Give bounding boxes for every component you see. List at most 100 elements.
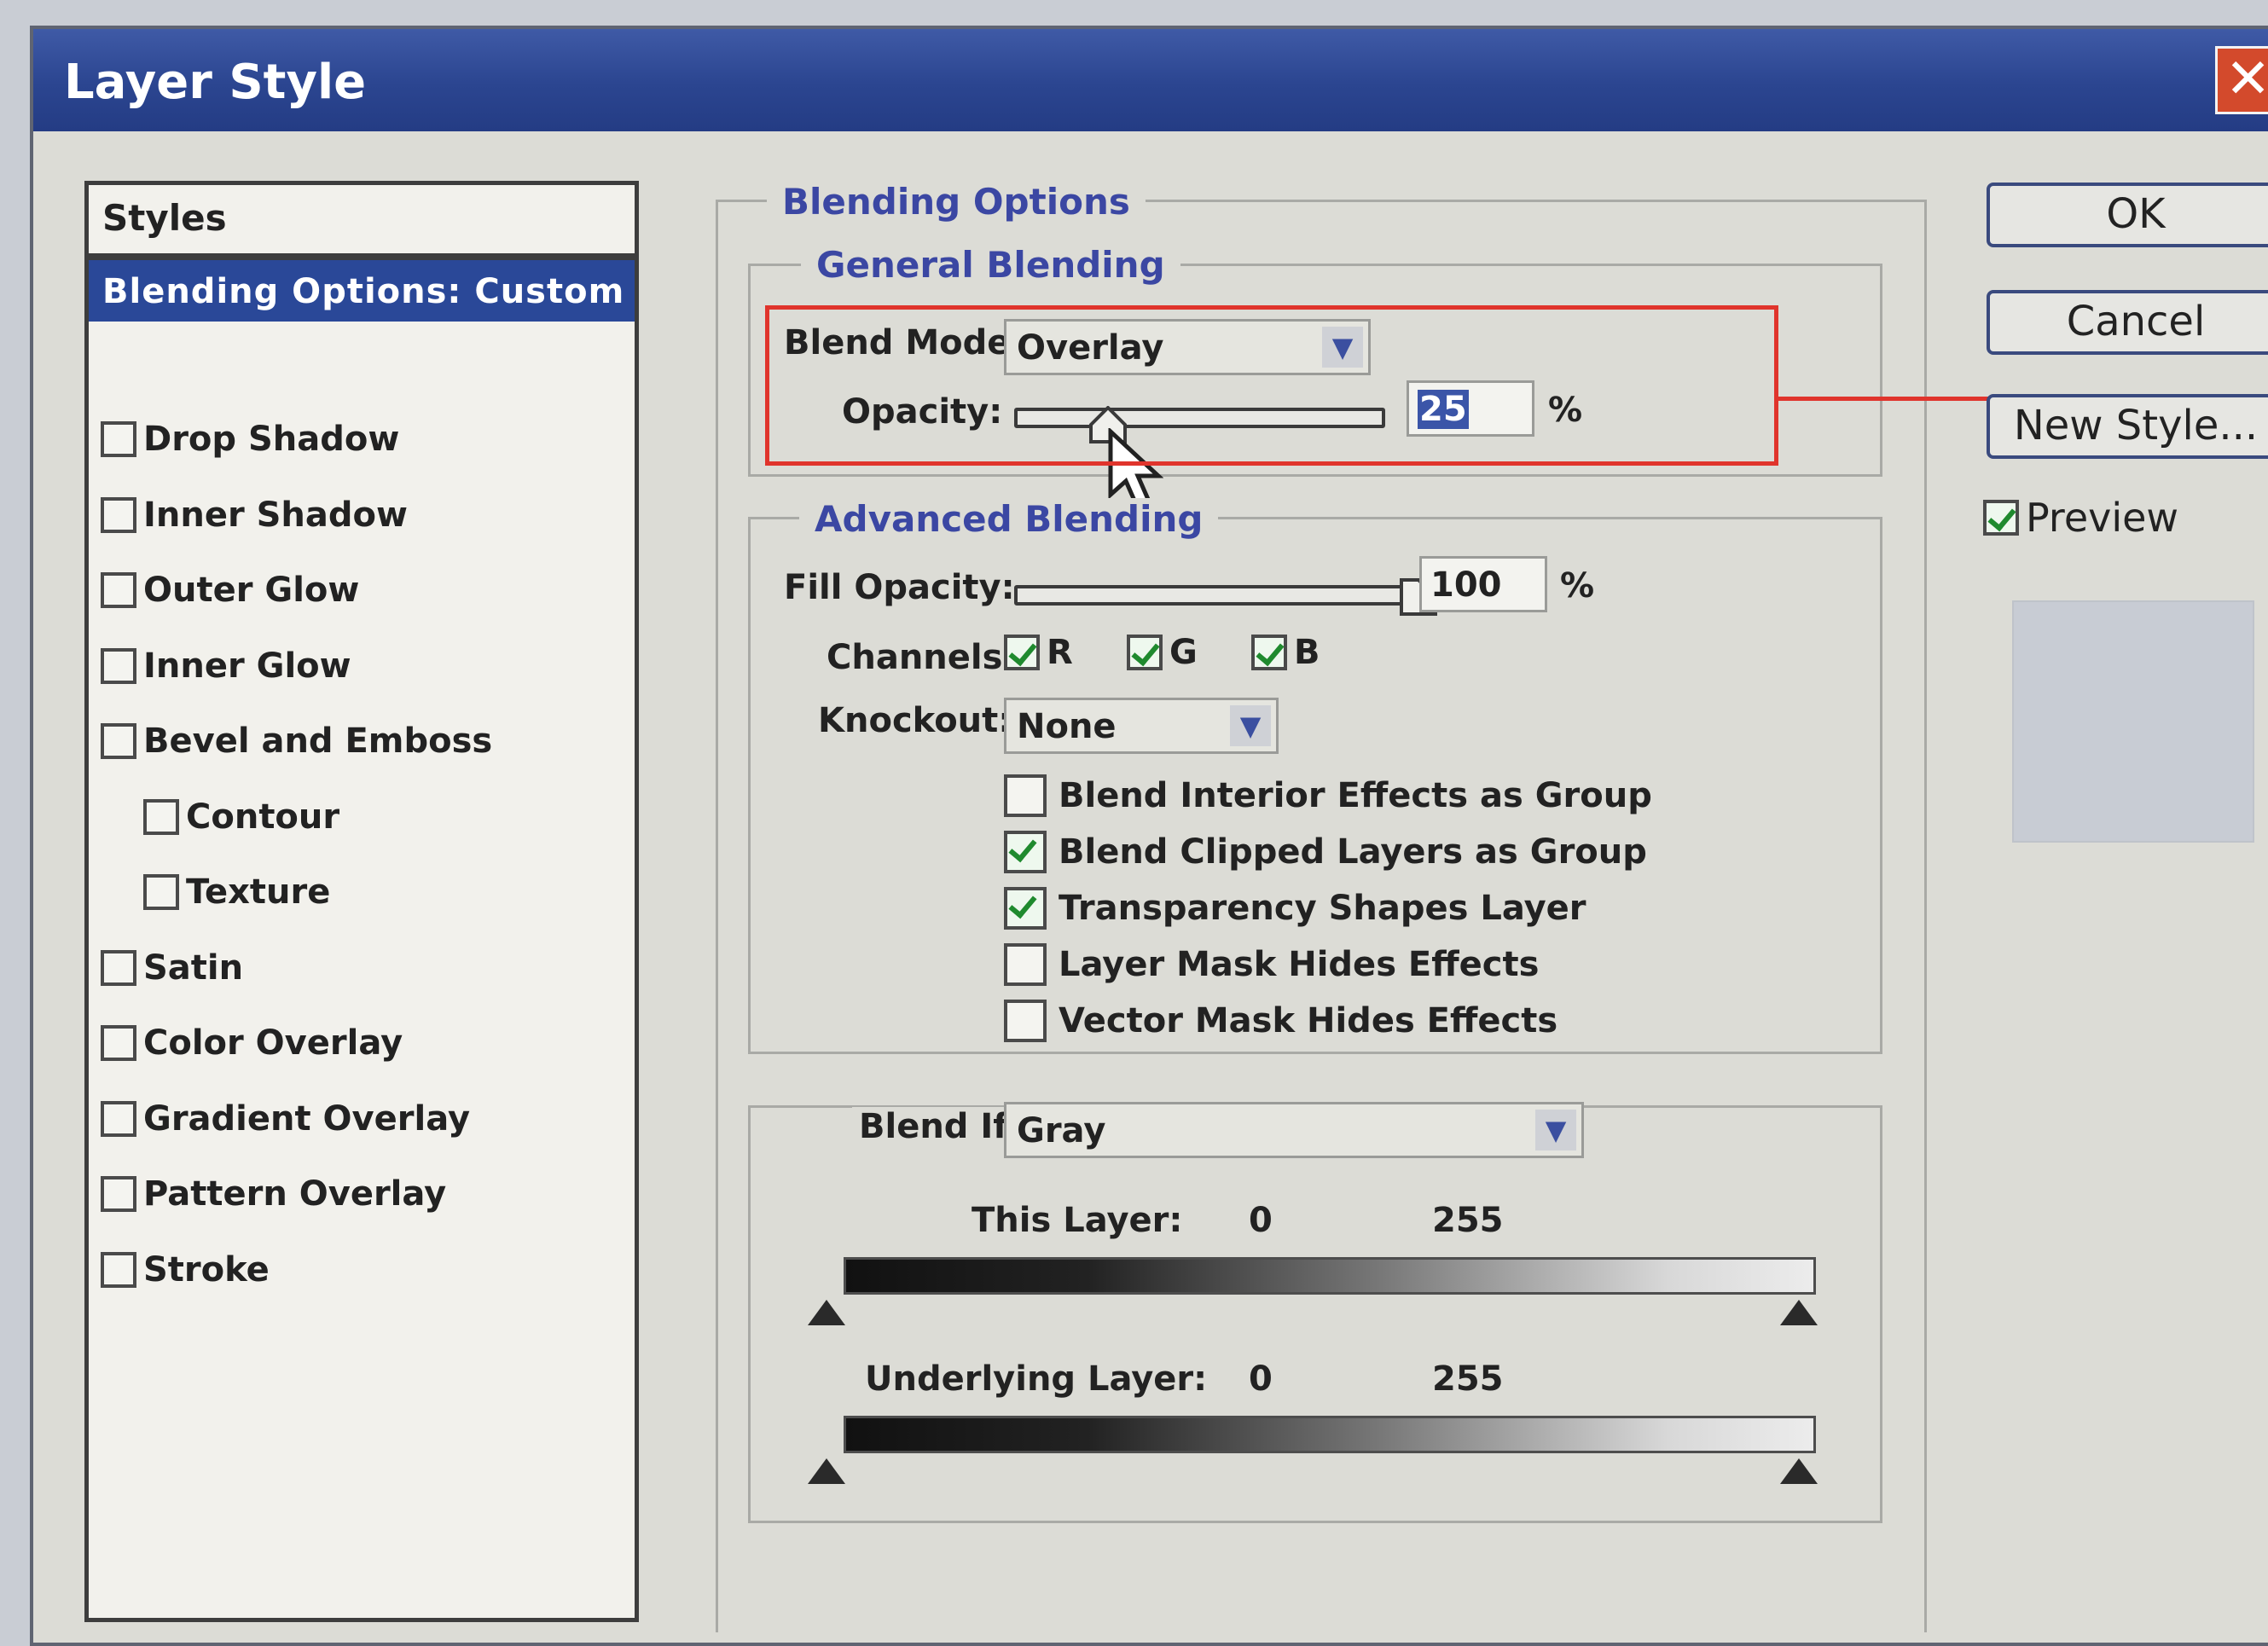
style-item-label: Inner Shadow [143,495,408,535]
styles-list-panel: Styles Blending Options: Custom Drop Sha… [84,181,639,1622]
option-checkbox[interactable] [1004,831,1047,873]
style-item-label: Outer Glow [143,571,360,610]
style-checkbox[interactable] [143,874,179,910]
underlying-layer-gradient [844,1416,1816,1453]
style-item-texture[interactable]: Texture [143,866,330,918]
option-checkbox[interactable] [1004,943,1047,986]
style-checkbox[interactable] [101,496,136,533]
underlying-layer-label: Underlying Layer: [865,1359,1208,1399]
style-item-gradient-overlay[interactable]: Gradient Overlay [101,1093,470,1145]
preview-checkbox-row[interactable]: Preview [1983,495,2178,541]
this-layer-label: This Layer: [972,1201,1183,1240]
this-layer-max: 255 [1432,1201,1504,1240]
style-checkbox[interactable] [101,1251,136,1288]
preview-swatch [2012,600,2254,843]
style-checkbox[interactable] [101,647,136,684]
fill-opacity-unit: % [1560,566,1595,606]
channel-r-checkbox-row[interactable]: R [1004,633,1073,672]
advanced-option-transparency-shapes-layer[interactable]: Transparency Shapes Layer [1004,887,1586,930]
style-checkbox[interactable] [143,798,179,835]
option-label: Vector Mask Hides Effects [1059,1001,1558,1040]
channel-label: G [1169,633,1198,672]
blend-if-label: Blend If: [852,1107,1022,1146]
style-item-label: Drop Shadow [143,420,400,459]
option-label: Blend Clipped Layers as Group [1059,832,1647,872]
this-layer-gradient [844,1257,1816,1295]
option-checkbox[interactable] [1004,1000,1047,1042]
style-item-satin[interactable]: Satin [101,942,243,994]
fill-opacity-slider[interactable] [1014,585,1441,606]
fill-opacity-input[interactable]: 100 [1419,556,1547,612]
style-item-inner-shadow[interactable]: Inner Shadow [101,490,408,541]
style-item-blending-options[interactable]: Blending Options: Custom [89,260,635,322]
underlying-layer-min: 0 [1249,1359,1273,1399]
channel-checkbox[interactable] [1251,635,1287,670]
option-label: Blend Interior Effects as Group [1059,776,1652,815]
channel-label: R [1047,633,1073,672]
channel-checkbox[interactable] [1004,635,1040,670]
style-checkbox[interactable] [101,572,136,608]
chevron-down-icon[interactable]: ▼ [1230,705,1271,746]
knockout-dropdown[interactable]: None ▼ [1004,698,1279,754]
ok-button[interactable]: OK [1987,183,2268,247]
style-item-label: Texture [186,872,331,912]
style-item-label: Contour [186,797,340,837]
style-checkbox[interactable] [101,421,136,457]
channel-g-checkbox-row[interactable]: G [1127,633,1198,672]
style-item-inner-glow[interactable]: Inner Glow [101,640,351,692]
this-layer-min: 0 [1249,1201,1273,1240]
channel-b-checkbox-row[interactable]: B [1251,633,1320,672]
style-item-contour[interactable]: Contour [143,791,339,843]
advanced-option-vector-mask-hides-effects[interactable]: Vector Mask Hides Effects [1004,1000,1557,1042]
style-item-bevel-and-emboss[interactable]: Bevel and Emboss [101,716,492,767]
option-checkbox[interactable] [1004,774,1047,817]
advanced-blending-title: Advanced Blending [799,498,1219,540]
style-checkbox[interactable] [101,949,136,986]
annotation-highlight-box [765,305,1778,466]
preview-checkbox[interactable] [1983,500,2019,536]
option-checkbox[interactable] [1004,887,1047,930]
underlying-layer-black-slider[interactable] [808,1458,845,1484]
style-item-stroke[interactable]: Stroke [101,1244,270,1295]
dialog-title: Layer Style [64,55,367,110]
style-item-label: Stroke [143,1249,270,1290]
styles-header[interactable]: Styles [89,185,635,260]
style-checkbox[interactable] [101,723,136,759]
cancel-button[interactable]: Cancel [1987,290,2268,355]
style-item-label: Color Overlay [143,1023,403,1063]
channels-label: Channels: [827,638,1017,677]
option-label: Transparency Shapes Layer [1059,889,1586,928]
title-bar[interactable]: Layer Style ✕ [33,29,2268,131]
blend-if-dropdown[interactable]: Gray ▼ [1004,1102,1584,1158]
this-layer-black-slider[interactable] [808,1300,845,1325]
channel-label: B [1294,633,1320,672]
style-item-label: Pattern Overlay [143,1174,447,1214]
style-item-drop-shadow[interactable]: Drop Shadow [101,414,399,465]
blend-if-value: Gray [1017,1111,1106,1150]
style-item-outer-glow[interactable]: Outer Glow [101,565,359,616]
style-checkbox[interactable] [101,1100,136,1137]
fill-opacity-label: Fill Opacity: [784,568,1015,607]
knockout-value: None [1017,707,1117,746]
advanced-option-blend-interior-effects-as-group[interactable]: Blend Interior Effects as Group [1004,774,1652,817]
style-item-pattern-overlay[interactable]: Pattern Overlay [101,1168,446,1220]
style-item-label: Satin [143,948,244,988]
close-icon[interactable]: ✕ [2215,46,2268,114]
general-blending-title: General Blending [801,244,1180,286]
channel-checkbox[interactable] [1127,635,1163,670]
blending-options-title: Blending Options [767,181,1146,223]
this-layer-white-slider[interactable] [1780,1300,1818,1325]
style-checkbox[interactable] [101,1176,136,1212]
layer-style-dialog: Layer Style ✕ Styles Blending Options: C… [30,26,2268,1646]
underlying-layer-max: 255 [1432,1359,1504,1399]
new-style-button[interactable]: New Style... [1987,394,2268,459]
option-label: Layer Mask Hides Effects [1059,945,1540,984]
style-item-label: Bevel and Emboss [143,722,493,761]
underlying-layer-white-slider[interactable] [1780,1458,1818,1484]
advanced-option-blend-clipped-layers-as-group[interactable]: Blend Clipped Layers as Group [1004,831,1647,873]
advanced-option-layer-mask-hides-effects[interactable]: Layer Mask Hides Effects [1004,943,1539,986]
chevron-down-icon[interactable]: ▼ [1535,1110,1576,1150]
style-checkbox[interactable] [101,1025,136,1061]
knockout-label: Knockout: [818,701,1012,740]
style-item-color-overlay[interactable]: Color Overlay [101,1017,403,1069]
